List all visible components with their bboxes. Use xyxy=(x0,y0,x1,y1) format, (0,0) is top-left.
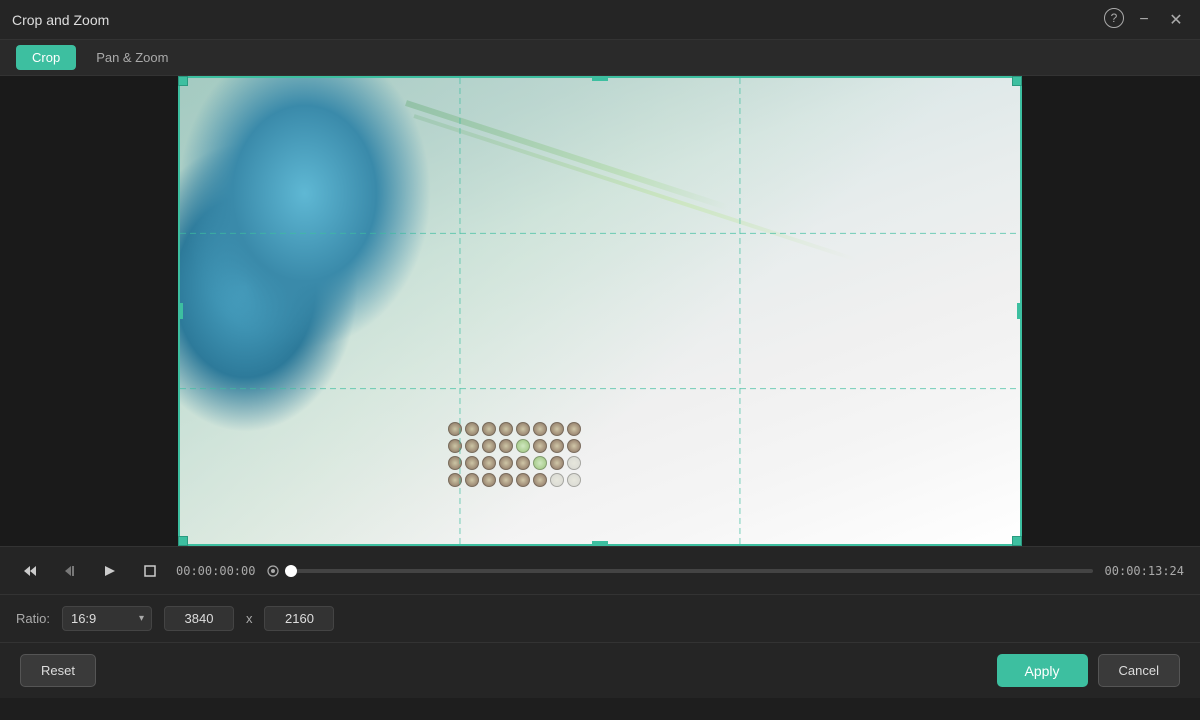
video-image xyxy=(178,76,1022,546)
well-plate-visual xyxy=(448,422,581,490)
ratio-label: Ratio: xyxy=(16,611,50,626)
tab-bar: Crop Pan & Zoom xyxy=(0,40,1200,76)
tab-pan-zoom[interactable]: Pan & Zoom xyxy=(80,45,184,70)
time-current: 00:00:00:00 xyxy=(176,564,255,578)
stop-button[interactable] xyxy=(136,557,164,585)
apply-button[interactable]: Apply xyxy=(997,654,1088,687)
pipette-visual xyxy=(414,114,857,261)
tab-crop[interactable]: Crop xyxy=(16,45,76,70)
title-bar-left: Crop and Zoom xyxy=(12,12,109,28)
minimize-button[interactable]: − xyxy=(1132,8,1156,32)
title-bar: Crop and Zoom ? − ✕ xyxy=(0,0,1200,40)
timeline-area: 00:00:00:00 00:00:13:24 xyxy=(0,546,1200,594)
video-frame[interactable] xyxy=(178,76,1022,546)
height-input[interactable] xyxy=(264,606,334,631)
pipette-body xyxy=(405,100,728,210)
video-preview-area xyxy=(0,76,1200,546)
dimension-separator: x xyxy=(246,611,253,626)
rewind-button[interactable] xyxy=(16,557,44,585)
title-bar-controls: ? − ✕ xyxy=(1104,8,1188,32)
play-button[interactable] xyxy=(96,557,124,585)
bottom-bar: Reset Apply Cancel xyxy=(0,642,1200,698)
window-title: Crop and Zoom xyxy=(12,12,109,28)
timeline-track[interactable] xyxy=(291,569,1092,573)
width-input[interactable] xyxy=(164,606,234,631)
ratio-bar: Ratio: 16:9 4:3 1:1 9:16 Custom x xyxy=(0,594,1200,642)
close-button[interactable]: ✕ xyxy=(1164,8,1188,32)
time-end: 00:00:13:24 xyxy=(1105,564,1184,578)
play-back-button[interactable] xyxy=(56,557,84,585)
time-indicator-icon xyxy=(267,565,279,577)
ratio-select[interactable]: 16:9 4:3 1:1 9:16 Custom xyxy=(62,606,152,631)
reset-button[interactable]: Reset xyxy=(20,654,96,687)
timeline-thumb[interactable] xyxy=(285,565,297,577)
cancel-button[interactable]: Cancel xyxy=(1098,654,1180,687)
action-buttons: Apply Cancel xyxy=(997,654,1181,687)
help-icon[interactable]: ? xyxy=(1104,8,1124,28)
ratio-select-wrapper[interactable]: 16:9 4:3 1:1 9:16 Custom xyxy=(62,606,152,631)
